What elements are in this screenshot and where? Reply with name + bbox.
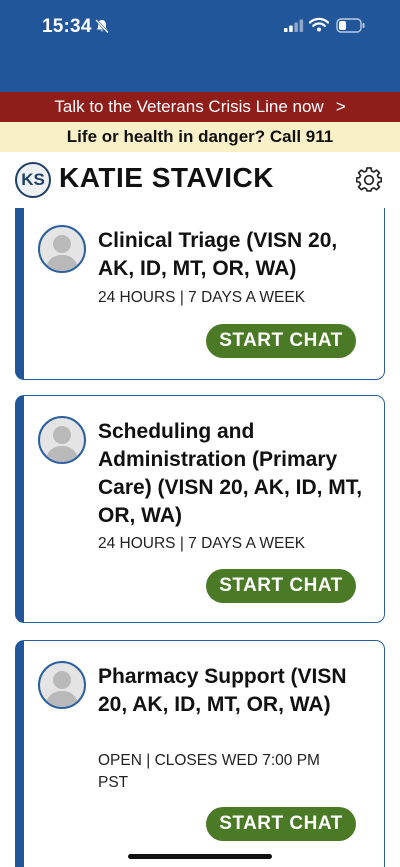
start-chat-button[interactable]: START CHAT bbox=[206, 324, 356, 358]
chat-card-title: Scheduling and Administration (Primary C… bbox=[98, 420, 363, 527]
user-initials-avatar[interactable]: KS bbox=[15, 162, 51, 198]
bell-slash-icon bbox=[94, 18, 110, 39]
chevron-right-icon: > bbox=[335, 97, 346, 116]
wifi-icon bbox=[308, 17, 330, 37]
chat-card-scheduling-administration: Scheduling and Administration (Primary C… bbox=[15, 395, 385, 623]
avatar-placeholder-icon bbox=[38, 225, 86, 273]
emergency-banner: Life or health in danger? Call 911 bbox=[0, 122, 400, 152]
gear-icon[interactable] bbox=[355, 167, 383, 198]
start-chat-button[interactable]: START CHAT bbox=[206, 569, 356, 603]
home-indicator[interactable] bbox=[128, 854, 272, 859]
emergency-banner-text: Life or health in danger? Call 911 bbox=[66, 127, 334, 146]
crisis-banner-text: Talk to the Veterans Crisis Line now bbox=[54, 97, 324, 116]
chat-card-hours: 24 HOURS | 7 DAYS A WEEK bbox=[98, 535, 306, 552]
app-screen: 15:34 Talk to the Veterans Crisis Line n… bbox=[0, 0, 400, 867]
chat-card-title: Clinical Triage (VISN 20, AK, ID, MT, OR… bbox=[98, 229, 338, 280]
chat-card-title: Pharmacy Support (VISN 20, AK, ID, MT, O… bbox=[98, 665, 347, 716]
status-time: 15:34 bbox=[42, 16, 92, 37]
chat-options-list[interactable]: Clinical Triage (VISN 20, AK, ID, MT, OR… bbox=[0, 208, 400, 867]
battery-icon bbox=[336, 18, 366, 38]
start-chat-button[interactable]: START CHAT bbox=[206, 807, 356, 841]
chat-card-hours: OPEN | CLOSES WED 7:00 PM PST bbox=[98, 752, 320, 791]
user-header: KS KATIE STAVICK bbox=[0, 152, 400, 208]
cellular-signal-icon bbox=[284, 19, 304, 37]
chat-card-clinical-triage: Clinical Triage (VISN 20, AK, ID, MT, OR… bbox=[15, 208, 385, 380]
avatar-placeholder-icon bbox=[38, 416, 86, 464]
avatar-placeholder-icon bbox=[38, 661, 86, 709]
chat-card-hours: 24 HOURS | 7 DAYS A WEEK bbox=[98, 289, 306, 306]
user-name: KATIE STAVICK bbox=[59, 162, 274, 193]
status-bar: 15:34 bbox=[0, 0, 400, 92]
chat-card-pharmacy-support: Pharmacy Support (VISN 20, AK, ID, MT, O… bbox=[15, 640, 385, 867]
veterans-crisis-line-banner[interactable]: Talk to the Veterans Crisis Line now > bbox=[0, 92, 400, 122]
